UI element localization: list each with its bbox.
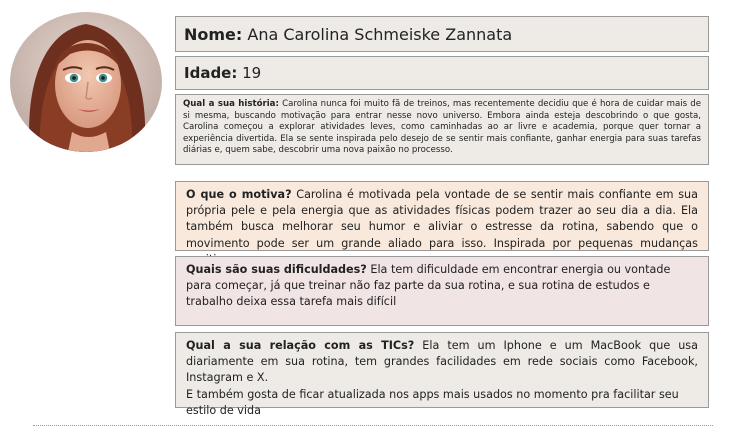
story-section: Qual a sua história: Carolina nunca foi … <box>175 94 709 165</box>
age-label: Idade: <box>184 64 238 82</box>
difficulties-label: Quais são suas dificuldades? <box>186 263 367 276</box>
story-label: Qual a sua história: <box>183 99 279 109</box>
name-field: Nome: Ana Carolina Schmeiske Zannata <box>175 16 709 52</box>
tics-section: Qual a sua relação com as TICs? Ela tem … <box>175 332 709 417</box>
age-value: 19 <box>242 64 262 82</box>
name-value: Ana Carolina Schmeiske Zannata <box>247 24 513 44</box>
tics-label: Qual a sua relação com as TICs? <box>186 339 415 352</box>
persona-avatar <box>10 12 162 152</box>
age-field: Idade: 19 <box>175 56 709 90</box>
motivation-section: O que o motiva? Carolina é motivada pela… <box>175 181 709 266</box>
bottom-divider <box>33 425 713 426</box>
difficulties-section: Quais são suas dificuldades? Ela tem dif… <box>175 256 709 326</box>
persona-portrait-image <box>10 12 162 152</box>
name-label: Nome: <box>184 24 243 44</box>
tics-text-2: E também gosta de ficar atualizada nos a… <box>186 387 679 417</box>
motivation-label: O que o motiva? <box>186 188 292 201</box>
